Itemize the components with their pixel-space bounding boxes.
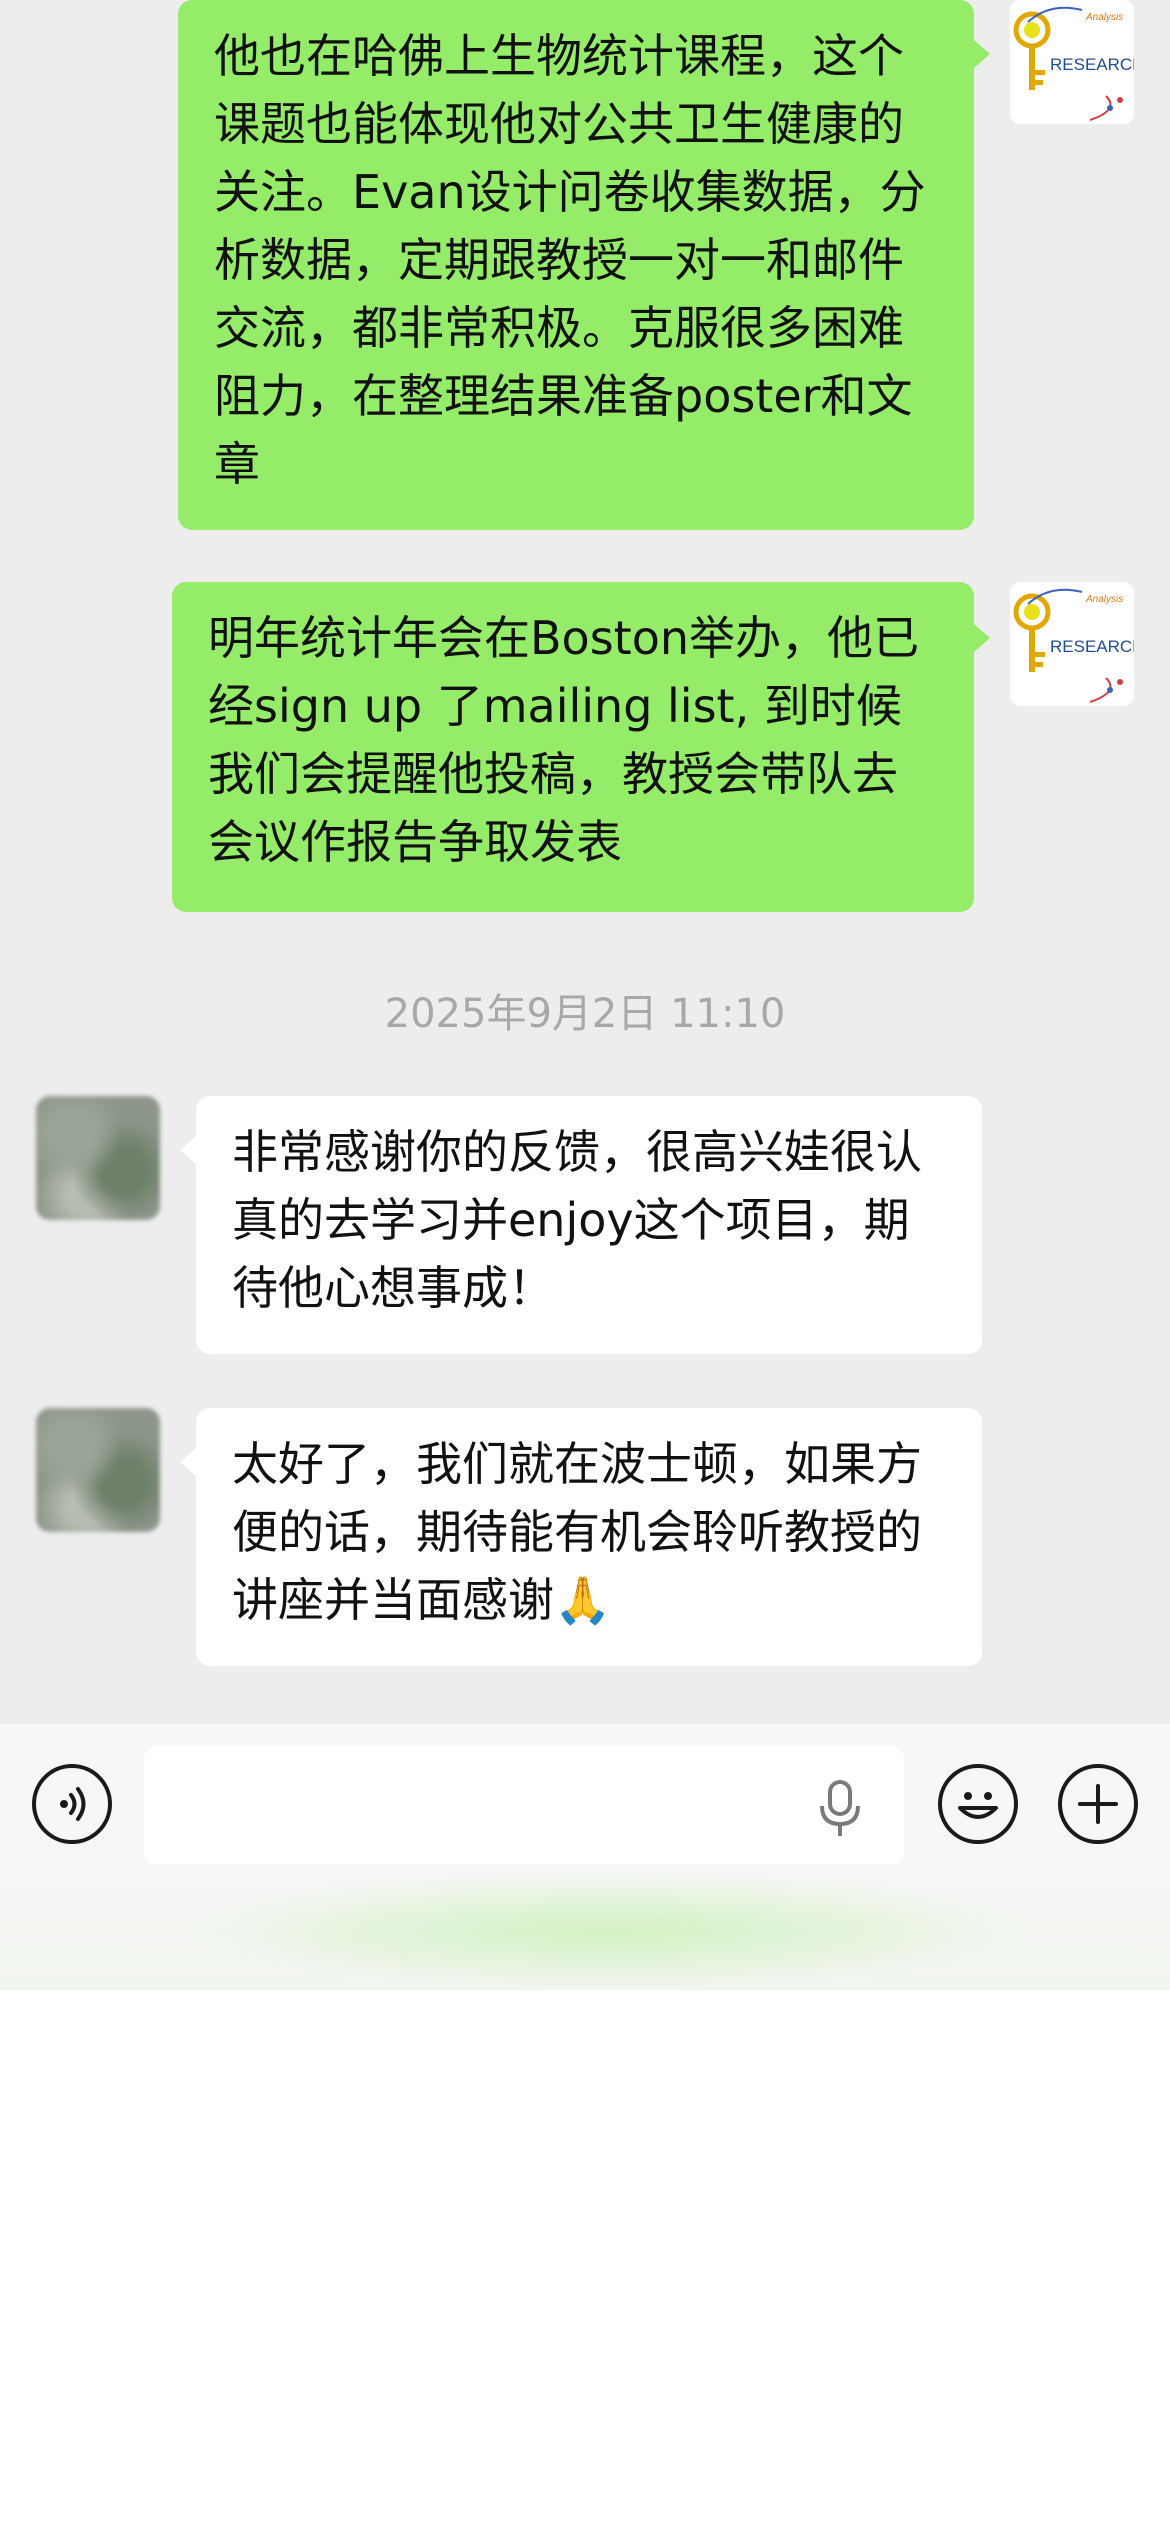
emoji-icon (958, 1792, 998, 1819)
message-text: 非常感谢你的反馈，很高兴娃很认真的去学习并enjoy这个项目，期待他心想事成！ (232, 1125, 922, 1315)
plus-icon (1078, 1784, 1118, 1824)
voice-icon (60, 1787, 86, 1821)
keyboard-glow (180, 1870, 1040, 1990)
svg-text:RESEARCH: RESEARCH (1050, 637, 1134, 656)
svg-text:RESEARCH: RESEARCH (1050, 55, 1134, 74)
message-text: 他也在哈佛上生物统计课程，这个课题也能体现他对公共卫生健康的关注。Evan设计问… (214, 29, 926, 491)
microphone-button[interactable] (812, 1776, 868, 1840)
chat-area: 他也在哈佛上生物统计课程，这个课题也能体现他对公共卫生健康的关注。Evan设计问… (0, 0, 1170, 1724)
bubble-tail (180, 1136, 196, 1164)
voice-button[interactable] (32, 1764, 112, 1844)
research-avatar-icon: RESEARCH Analysis (1010, 582, 1134, 706)
plus-button[interactable] (1058, 1764, 1138, 1844)
avatar[interactable]: RESEARCH Analysis (1010, 582, 1134, 706)
message-text: 明年统计年会在Boston举办，他已经sign up 了mailing list… (208, 611, 920, 869)
microphone-icon (820, 1780, 860, 1836)
message-bubble-other[interactable]: 非常感谢你的反馈，很高兴娃很认真的去学习并enjoy这个项目，期待他心想事成！ (196, 1096, 982, 1354)
emoji-button[interactable] (938, 1764, 1018, 1844)
message-bubble-self[interactable]: 明年统计年会在Boston举办，他已经sign up 了mailing list… (172, 582, 974, 912)
message-bubble-self[interactable]: 他也在哈佛上生物统计课程，这个课题也能体现他对公共卫生健康的关注。Evan设计问… (178, 0, 974, 530)
bubble-tail (180, 1448, 196, 1476)
message-bubble-other[interactable]: 太好了，我们就在波士顿，如果方便的话，期待能有机会聆听教授的讲座并当面感谢🙏 (196, 1408, 982, 1666)
avatar[interactable]: RESEARCH Analysis (1010, 0, 1134, 124)
avatar[interactable] (36, 1096, 160, 1220)
bubble-tail (974, 40, 990, 68)
message-input[interactable] (144, 1746, 904, 1864)
svg-text:Analysis: Analysis (1085, 12, 1123, 23)
svg-text:Analysis: Analysis (1085, 594, 1123, 605)
bubble-tail (974, 624, 990, 652)
message-text: 太好了，我们就在波士顿，如果方便的话，期待能有机会聆听教授的讲座并当面感谢🙏 (232, 1437, 922, 1627)
research-avatar-icon: RESEARCH Analysis (1010, 0, 1134, 124)
message-timestamp: 2025年9月2日 11:10 (384, 991, 786, 1037)
avatar[interactable] (36, 1408, 160, 1532)
